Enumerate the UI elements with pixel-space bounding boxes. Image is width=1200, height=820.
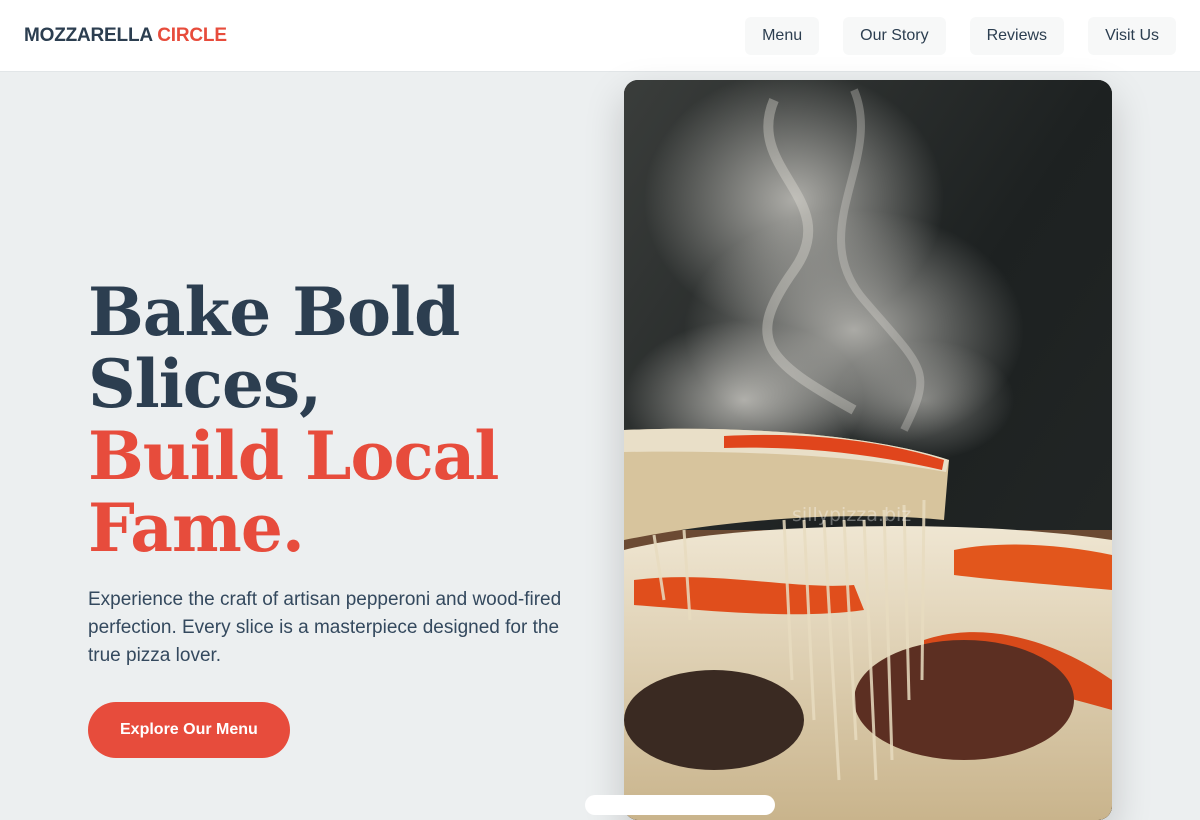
brand-accent: CIRCLE [157, 24, 227, 46]
hero-section: Bake Bold Slices, Build Local Fame. Expe… [88, 276, 588, 758]
headline-line-2: Slices, [88, 345, 322, 423]
explore-menu-button[interactable]: Explore Our Menu [88, 702, 290, 758]
nav-item-our-story[interactable]: Our Story [843, 16, 946, 55]
nav-item-menu[interactable]: Menu [745, 16, 820, 55]
photo-watermark: sillypizza.biz [792, 504, 912, 526]
brand-name: MOZZARELLA [24, 24, 153, 46]
brand-logo[interactable]: MOZZARELLA CIRCLE [24, 25, 227, 47]
pizza-image [624, 80, 1112, 820]
headline-line-4: Fame. [88, 489, 305, 567]
nav-item-reviews[interactable]: Reviews [969, 16, 1065, 55]
headline-line-3: Build Local [88, 417, 500, 495]
nav-links: Menu Our Story Reviews Visit Us [745, 16, 1176, 55]
headline-line-1: Bake Bold [88, 273, 460, 351]
hero-pizza-photo: sillypizza.biz [624, 80, 1112, 820]
navbar: MOZZARELLA CIRCLE Menu Our Story Reviews… [0, 0, 1200, 72]
hero-headline: Bake Bold Slices, Build Local Fame. [88, 276, 588, 564]
nav-item-visit-us[interactable]: Visit Us [1088, 16, 1176, 55]
floating-badge [585, 795, 775, 815]
hero-subtext: Experience the craft of artisan pepperon… [88, 589, 562, 666]
